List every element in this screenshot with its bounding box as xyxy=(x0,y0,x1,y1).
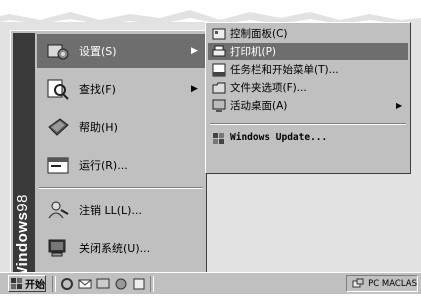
start-button-label: 开始 xyxy=(25,280,45,291)
submenu-item-label: Windows Update... xyxy=(230,132,328,143)
quick-launch-divider xyxy=(150,276,154,292)
folder-options-icon xyxy=(212,81,226,95)
menu-item-label: 注销 LL(L)... xyxy=(79,204,142,217)
shutdown-icon xyxy=(45,235,71,261)
submenu-arrow-icon: ▶ xyxy=(396,101,403,110)
menu-item-label: 运行(R)... xyxy=(79,159,128,172)
submenu-item-control-panel[interactable]: 控制面板(C) xyxy=(208,25,408,42)
submenu-item-label: 文件夹选项(F)... xyxy=(230,82,307,94)
desktop-area: Windows98 设置(S) ▶ 查找(F) ▶ 帮助(H) 运行(R)...… xyxy=(0,22,421,292)
menu-item-label: 帮助(H) xyxy=(79,121,118,134)
submenu-item-label: 控制面板(C) xyxy=(230,28,288,40)
submenu-item-label: 打印机(P) xyxy=(230,46,277,58)
channels-icon[interactable] xyxy=(114,277,128,291)
submenu-item-printers[interactable]: 打印机(P) xyxy=(208,43,408,60)
windows-update-icon xyxy=(212,131,226,145)
settings-icon xyxy=(45,38,71,64)
outlook-express-icon[interactable] xyxy=(78,277,92,291)
show-desktop-icon[interactable] xyxy=(96,277,110,291)
menu-separator xyxy=(39,187,203,189)
submenu-item-active-desktop[interactable]: 活动桌面(A) ▶ xyxy=(208,97,408,114)
network-icon[interactable] xyxy=(351,277,364,291)
menu-item-label: 关闭系统(U)... xyxy=(79,242,151,255)
menu-item-label: 查找(F) xyxy=(79,83,116,96)
logoff-icon xyxy=(45,197,71,223)
submenu-item-taskbar[interactable]: 任务栏和开始菜单(T)... xyxy=(208,61,408,78)
banner-brand: Windows98 xyxy=(14,194,31,281)
menu-item-logoff[interactable]: 注销 LL(L)... xyxy=(37,193,205,227)
start-menu: Windows98 设置(S) ▶ 查找(F) ▶ 帮助(H) 运行(R)...… xyxy=(10,30,207,292)
torn-edge-shape xyxy=(0,0,421,24)
help-icon xyxy=(45,114,71,140)
menu-item-label: 设置(S) xyxy=(79,45,117,58)
submenu-item-label: 活动桌面(A) xyxy=(230,100,288,112)
internet-explorer-icon[interactable] xyxy=(60,277,74,291)
quick-launch-icon[interactable] xyxy=(132,277,146,291)
menu-item-shutdown[interactable]: 关闭系统(U)... xyxy=(37,231,205,265)
submenu-arrow-icon: ▶ xyxy=(191,46,198,56)
active-desktop-icon xyxy=(212,99,226,113)
submenu-item-windows-update[interactable]: Windows Update... xyxy=(208,129,408,146)
torn-paper-edge xyxy=(0,0,421,24)
control-panel-icon xyxy=(212,27,226,41)
printer-icon xyxy=(212,45,226,59)
submenu-separator xyxy=(210,123,406,125)
menu-item-help[interactable]: 帮助(H) xyxy=(37,110,205,144)
menu-item-find[interactable]: 查找(F) ▶ xyxy=(37,72,205,106)
windows-logo-icon xyxy=(11,277,23,290)
find-icon xyxy=(45,76,71,102)
quick-launch-divider xyxy=(52,276,56,292)
submenu-item-folder-options[interactable]: 文件夹选项(F)... xyxy=(208,79,408,96)
page-margin xyxy=(0,294,421,308)
settings-submenu: 控制面板(C) 打印机(P) 任务栏和开始菜单(T)... 文件夹选项(F)..… xyxy=(205,22,411,174)
taskbar-icon xyxy=(212,63,226,77)
start-button[interactable]: 开始 xyxy=(8,275,46,292)
tray-text: PC MACLAS xyxy=(368,278,417,289)
submenu-item-label: 任务栏和开始菜单(T)... xyxy=(230,64,339,76)
system-tray: PC MACLAS xyxy=(346,275,418,292)
menu-item-run[interactable]: 运行(R)... xyxy=(37,148,205,182)
banner-version: 98 xyxy=(14,194,31,212)
submenu-arrow-icon: ▶ xyxy=(191,84,198,94)
run-icon xyxy=(45,152,71,178)
start-menu-banner: Windows98 xyxy=(13,33,35,289)
menu-item-settings[interactable]: 设置(S) ▶ xyxy=(37,34,205,68)
taskbar: 开始 PC MACLAS xyxy=(0,272,421,295)
